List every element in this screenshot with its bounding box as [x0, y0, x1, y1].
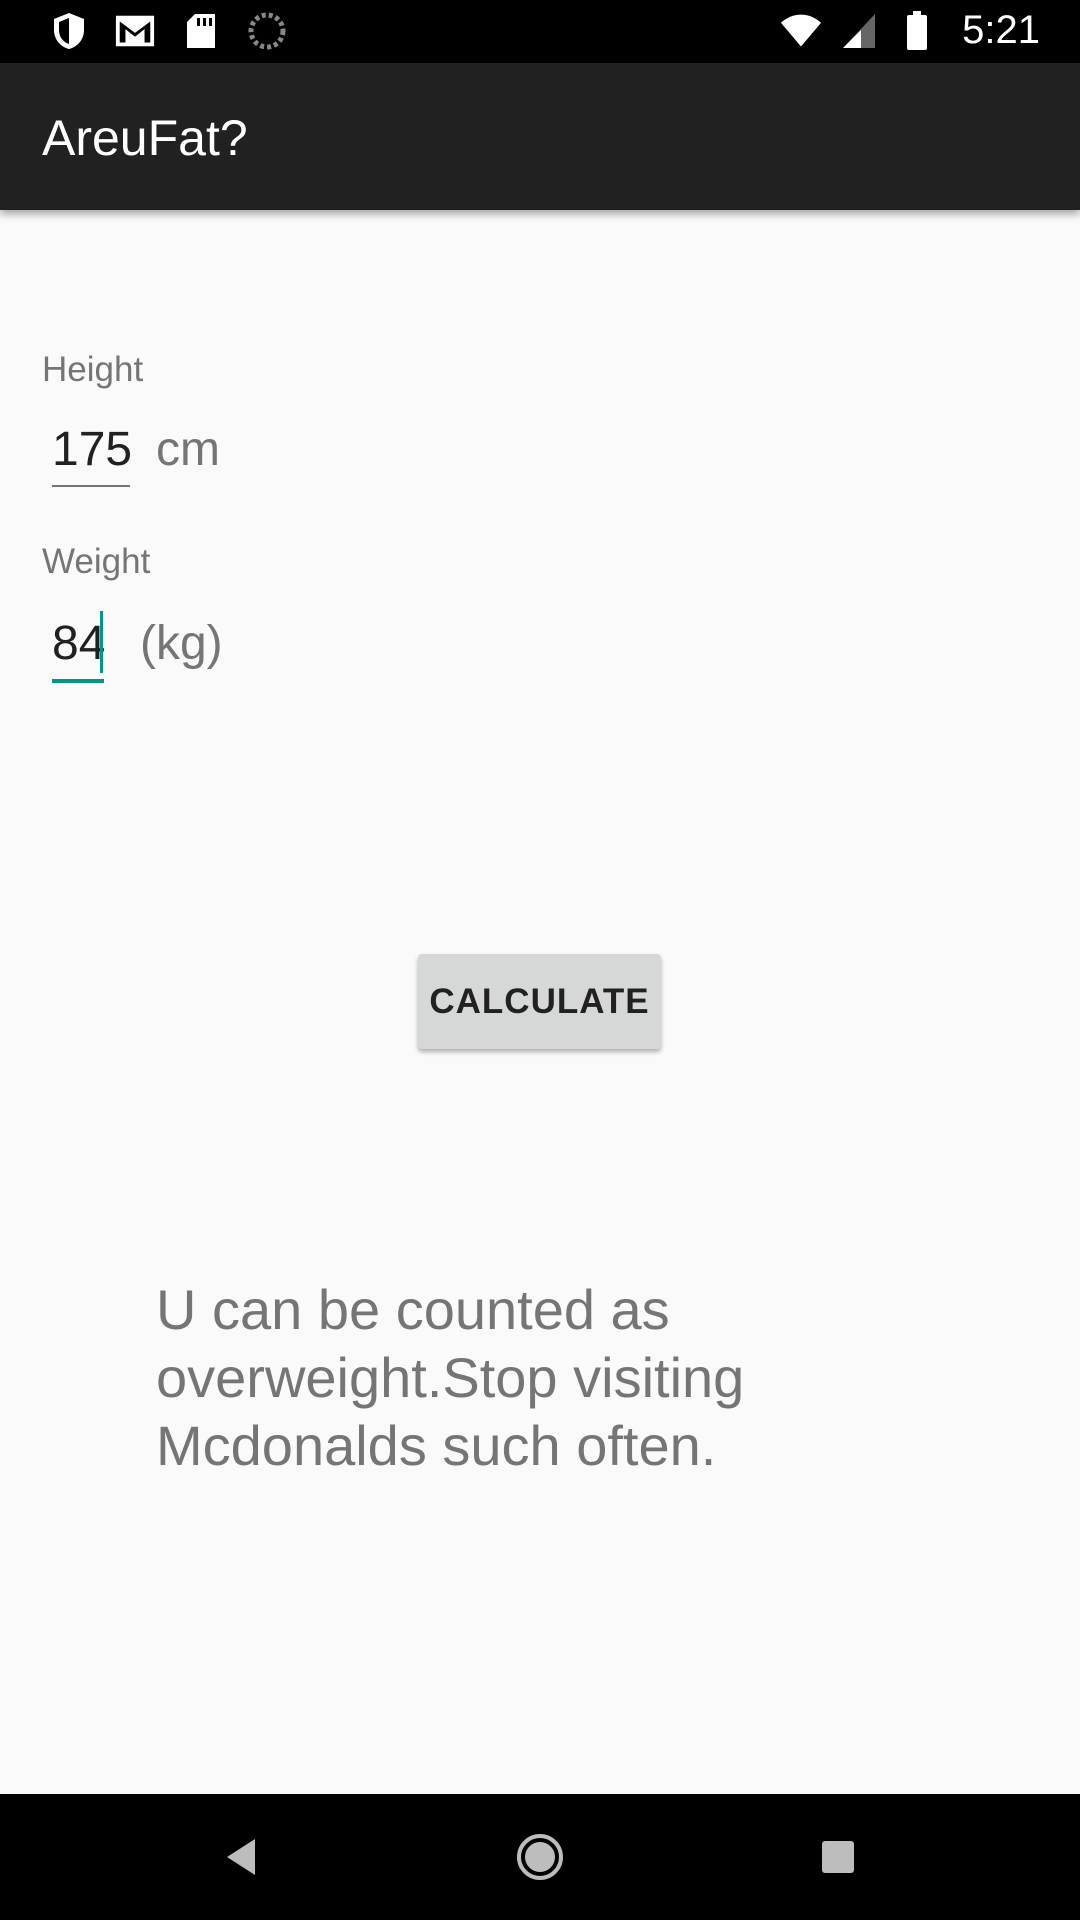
battery-icon — [896, 10, 938, 52]
sd-card-icon — [180, 10, 222, 52]
sync-icon — [246, 10, 288, 52]
app-bar: AreuFat? — [0, 63, 1080, 210]
home-icon[interactable] — [507, 1824, 573, 1890]
system-icons: 5:21 — [780, 8, 1040, 53]
calculate-button[interactable]: CALCULATE — [418, 954, 661, 1049]
recents-icon[interactable] — [805, 1824, 871, 1890]
clock-time: 5:21 — [962, 8, 1040, 52]
weight-label: Weight — [42, 542, 151, 581]
text-cursor — [100, 611, 103, 673]
wifi-icon — [780, 10, 822, 52]
weight-unit: (kg) — [140, 617, 223, 670]
gmail-icon — [114, 10, 156, 52]
status-bar: 5:21 — [0, 0, 1080, 63]
height-label: Height — [42, 350, 144, 389]
shield-icon — [48, 10, 90, 52]
app-title: AreuFat? — [42, 110, 248, 166]
height-unit: cm — [156, 423, 220, 476]
weight-input[interactable]: 84 — [52, 616, 105, 683]
height-input[interactable]: 175 — [52, 422, 132, 487]
signal-icon — [838, 10, 880, 52]
notification-icons — [48, 10, 288, 52]
result-message: U can be counted as overweight.Stop visi… — [156, 1278, 745, 1477]
navigation-bar — [0, 1794, 1080, 1920]
back-icon[interactable] — [208, 1824, 274, 1890]
